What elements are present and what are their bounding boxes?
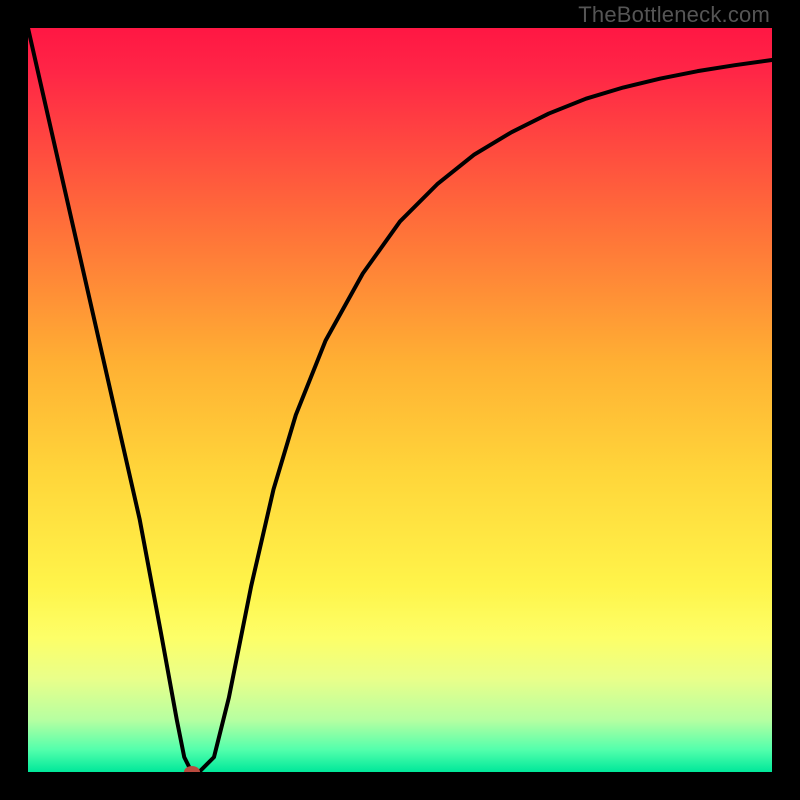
bottleneck-curve (28, 28, 772, 772)
plot-area (28, 28, 772, 772)
watermark-text: TheBottleneck.com (578, 2, 770, 28)
chart-frame: TheBottleneck.com (0, 0, 800, 800)
minimum-marker (184, 766, 200, 772)
